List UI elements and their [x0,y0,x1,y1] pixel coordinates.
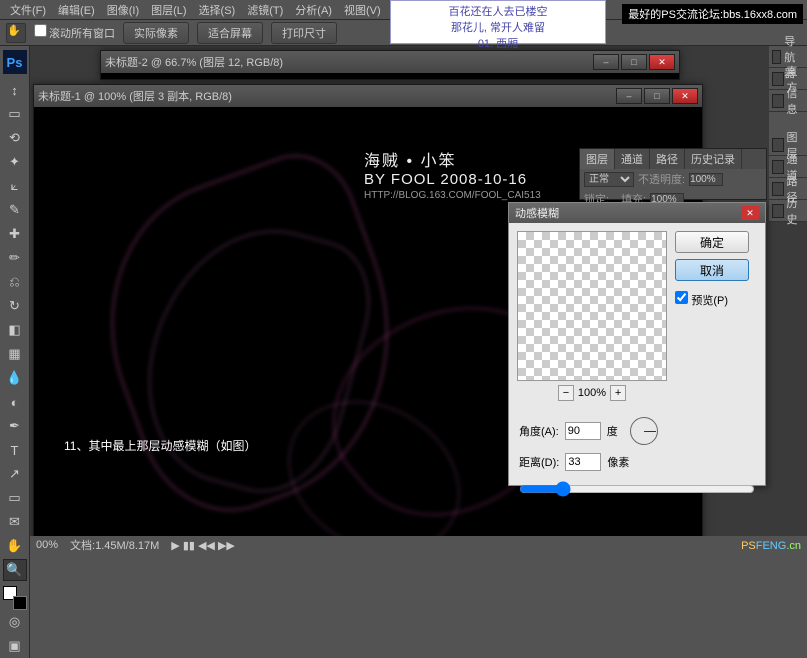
preview-checkbox[interactable]: 预览(P) [675,291,749,308]
menu-file[interactable]: 文件(F) [4,2,52,18]
distance-unit: 像素 [607,454,629,470]
angle-wheel[interactable] [630,417,658,445]
menu-analysis[interactable]: 分析(A) [289,2,338,18]
notes-tool[interactable]: ✉ [3,511,27,533]
layers-icon [772,138,784,152]
status-bar: 00% 文档:1.45M/8.17M ▶ ▮▮ ◀◀ ▶▶ [30,536,807,554]
angle-label: 角度(A): [519,423,559,439]
docsize-readout: 文档:1.45M/8.17M [70,537,159,553]
pen-tool[interactable]: ✒ [3,415,27,437]
distance-label: 距离(D): [519,454,559,470]
brush-tool[interactable]: ✏ [3,247,27,269]
menu-view[interactable]: 视图(V) [338,2,387,18]
distance-slider[interactable] [519,481,755,497]
ps-logo-icon: Ps [3,50,27,74]
zoom-value: 100% [578,387,606,399]
zoom-in-button[interactable]: + [610,385,626,401]
bottom-watermark: PSFENG.cn [741,537,801,552]
path-tool[interactable]: ↗ [3,463,27,485]
motion-blur-dialog[interactable]: 动感模糊 ✕ − 100% + 确定 取消 预览(P) 角度(A): 度 距离(… [508,202,766,486]
dodge-tool[interactable]: ◐ [3,391,27,413]
music-tooltip: 百花还在人去已楼空 那花儿, 常开人难留 01. 西厢 [390,0,606,44]
tab-info[interactable]: 信息 [769,90,807,112]
hand-tool-icon[interactable]: ✋ [6,23,26,43]
maximize-button[interactable]: □ [644,88,670,104]
angle-input[interactable] [565,422,601,440]
gradient-tool[interactable]: ▦ [3,343,27,365]
blend-mode-select[interactable]: 正常 [584,172,634,187]
actual-pixels-button[interactable]: 实际像素 [123,22,189,44]
distance-input[interactable] [565,453,601,471]
playback-controls[interactable]: ▶ ▮▮ ◀◀ ▶▶ [171,539,235,552]
watermark-banner: 最好的PS交流论坛:bbs.16xx8.com [622,4,803,24]
dialog-title: 动感模糊 [515,205,559,221]
lasso-tool[interactable]: ⟲ [3,127,27,149]
opacity-input[interactable] [689,173,723,186]
tab-history[interactable]: 历史记录 [685,149,742,169]
history-brush-tool[interactable]: ↻ [3,295,27,317]
minimize-button[interactable]: – [593,54,619,70]
preview-thumbnail [517,231,667,381]
blur-tool[interactable]: 💧 [3,367,27,389]
tab-channels[interactable]: 通道 [615,149,650,169]
fit-screen-button[interactable]: 适合屏幕 [197,22,263,44]
info-icon [772,94,784,108]
close-button[interactable]: ✕ [649,54,675,70]
minimize-button[interactable]: – [616,88,642,104]
wand-tool[interactable]: ✦ [3,151,27,173]
navigator-icon [772,50,781,64]
step-caption: 11、其中最上那层动感模糊（如图） [64,437,256,454]
histogram-icon [772,72,784,86]
angle-unit: 度 [607,423,618,439]
maximize-button[interactable]: □ [621,54,647,70]
zoom-out-button[interactable]: − [558,385,574,401]
cancel-button[interactable]: 取消 [675,259,749,281]
healing-tool[interactable]: ✚ [3,223,27,245]
menu-filter[interactable]: 滤镜(T) [241,2,289,18]
credit-text: 海贼 • 小笨 BY FOOL 2008-10-16 HTTP://BLOG.1… [364,147,541,201]
shape-tool[interactable]: ▭ [3,487,27,509]
close-button[interactable]: ✕ [672,88,698,104]
eraser-tool[interactable]: ◧ [3,319,27,341]
tab-history-dock[interactable]: 历史 [769,200,807,222]
screenmode-toggle[interactable]: ▣ [3,635,27,657]
document-window-2[interactable]: 未标题-2 @ 66.7% (图层 12, RGB/8) – □ ✕ [100,50,680,80]
history-icon [772,204,784,218]
zoom-tool[interactable]: 🔍 [3,559,27,581]
doc1-title: 未标题-1 @ 100% (图层 3 副本, RGB/8) [38,88,232,104]
doc2-title: 未标题-2 @ 66.7% (图层 12, RGB/8) [105,54,283,70]
scroll-all-checkbox[interactable]: 滚动所有窗口 [34,24,115,41]
type-tool[interactable]: T [3,439,27,461]
stamp-tool[interactable]: ⎌ [3,271,27,293]
right-panel-dock: 导航器 直方 信息 图层 通道 路径 历史 [769,46,807,222]
menu-edit[interactable]: 编辑(E) [52,2,101,18]
menu-image[interactable]: 图像(I) [101,2,145,18]
quickmask-toggle[interactable]: ◎ [3,611,27,633]
tab-layers[interactable]: 图层 [580,149,615,169]
eyedropper-tool[interactable]: ✎ [3,199,27,221]
move-tool[interactable]: ↕ [3,79,27,101]
dialog-close-icon[interactable]: ✕ [741,206,759,220]
zoom-readout: 00% [36,539,58,551]
menu-select[interactable]: 选择(S) [193,2,242,18]
crop-tool[interactable]: ⟀ [3,175,27,197]
channels-icon [772,160,784,174]
paths-icon [772,182,784,196]
menu-layer[interactable]: 图层(L) [145,2,192,18]
ok-button[interactable]: 确定 [675,231,749,253]
color-swatches[interactable] [3,586,27,610]
layers-panel[interactable]: 图层 通道 路径 历史记录 正常 不透明度: 锁定: 填充: [579,148,767,200]
tab-paths[interactable]: 路径 [650,149,685,169]
marquee-tool[interactable]: ▭ [3,103,27,125]
toolbox: Ps ↕ ▭ ⟲ ✦ ⟀ ✎ ✚ ✏ ⎌ ↻ ◧ ▦ 💧 ◐ ✒ T ↗ ▭ ✉… [0,46,30,658]
opacity-label: 不透明度: [638,171,685,187]
print-size-button[interactable]: 打印尺寸 [271,22,337,44]
